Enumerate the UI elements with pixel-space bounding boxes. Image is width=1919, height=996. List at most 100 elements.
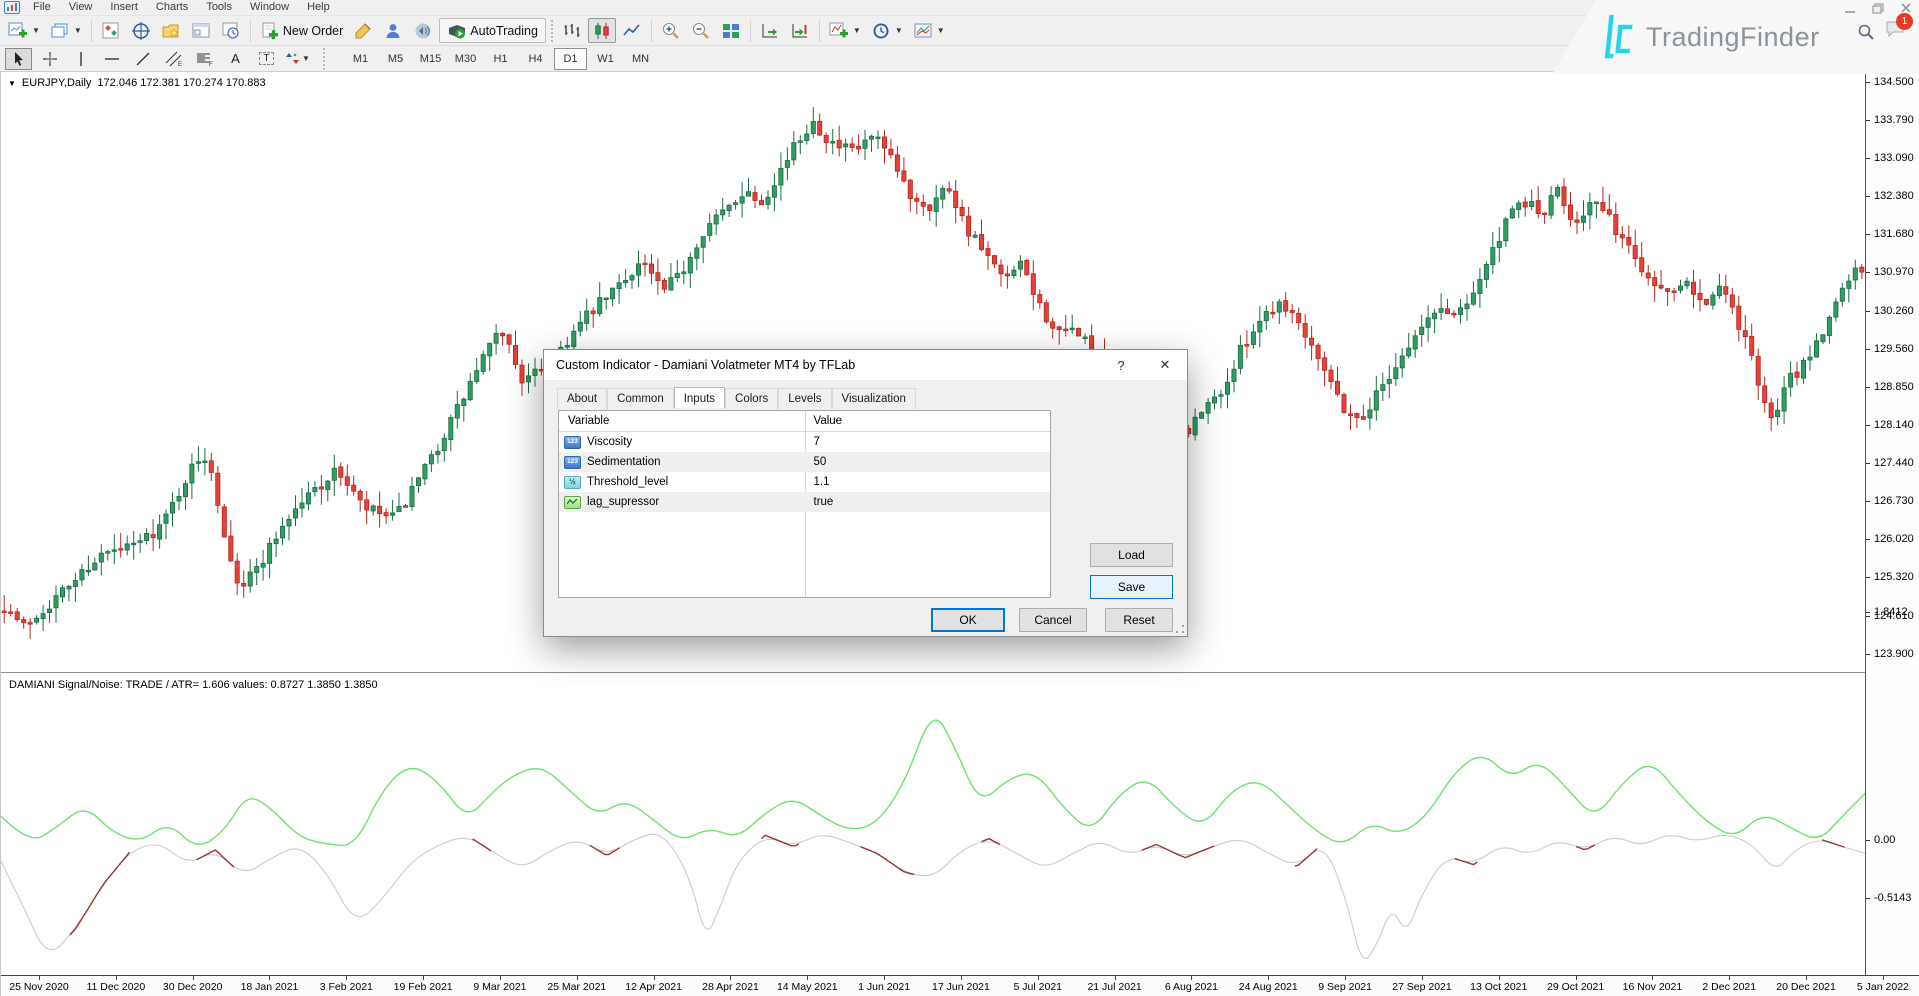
variable-value-cell[interactable]: true xyxy=(805,492,1051,512)
history-center-button[interactable] xyxy=(217,18,245,43)
strategy-tester-button[interactable] xyxy=(187,18,215,43)
timeframe-d1[interactable]: D1 xyxy=(554,48,587,70)
price-axis[interactable]: 134.500133.790133.090132.380131.680130.9… xyxy=(1865,72,1919,996)
cursor-tool[interactable] xyxy=(5,48,32,70)
new-order-button[interactable]: New Order xyxy=(256,18,347,43)
fibonacci-tool[interactable]: F xyxy=(191,48,218,70)
cancel-button[interactable]: Cancel xyxy=(1019,608,1087,632)
periods-button[interactable]: ▼ xyxy=(867,18,907,43)
templates-button[interactable]: ▼ xyxy=(909,18,949,43)
bar-chart-mode-button[interactable] xyxy=(558,18,586,43)
dialog-close-icon[interactable]: ✕ xyxy=(1143,350,1187,380)
vertical-line-tool[interactable] xyxy=(67,48,94,70)
timeframe-h1[interactable]: H1 xyxy=(484,48,517,70)
menu-item-file[interactable]: File xyxy=(24,0,60,15)
terminal-button[interactable] xyxy=(157,18,185,43)
date-tick-mark xyxy=(1806,976,1807,980)
price-tick-label: 123.900 xyxy=(1874,648,1914,660)
chart-shift-button[interactable] xyxy=(786,18,814,43)
line-chart-mode-button[interactable] xyxy=(618,18,646,43)
int-type-icon: 123 xyxy=(564,436,581,449)
market-watch-button[interactable] xyxy=(97,18,125,43)
navigator-button[interactable] xyxy=(127,18,155,43)
text-label-tool[interactable]: T xyxy=(253,48,280,70)
menu-item-view[interactable]: View xyxy=(60,0,102,15)
menu-item-help[interactable]: Help xyxy=(298,0,339,15)
chevron-down-icon: ▼ xyxy=(937,26,945,35)
menu-item-tools[interactable]: Tools xyxy=(197,0,241,15)
search-icon[interactable] xyxy=(1857,23,1875,41)
minimize-button[interactable] xyxy=(1843,1,1857,12)
tab-common[interactable]: Common xyxy=(607,388,674,409)
menu-item-insert[interactable]: Insert xyxy=(101,0,147,15)
resize-grip[interactable] xyxy=(1175,624,1185,634)
timeframe-group: M1M5M15M30H1H4D1W1MN xyxy=(343,48,658,70)
menu-item-charts[interactable]: Charts xyxy=(147,0,197,15)
date-axis[interactable]: 25 Nov 202011 Dec 202030 Dec 202018 Jan … xyxy=(1,975,1919,996)
trendline-tool[interactable] xyxy=(129,48,156,70)
timeframe-m1[interactable]: M1 xyxy=(344,48,377,70)
tab-levels[interactable]: Levels xyxy=(778,388,831,409)
collapse-arrow-icon[interactable]: ▼ xyxy=(8,79,16,88)
channel-e-glyph: E xyxy=(178,62,182,67)
dialog-help-button[interactable]: ? xyxy=(1099,350,1143,380)
news-button[interactable] xyxy=(409,18,437,43)
autotrading-button[interactable]: AutoTrading xyxy=(439,18,546,43)
notification-badge[interactable]: 1 xyxy=(1896,13,1913,30)
symbol-ohlc: 172.046 172.381 170.274 170.883 xyxy=(97,77,265,89)
date-tick-label: 21 Jul 2021 xyxy=(1087,981,1141,993)
pane-splitter[interactable] xyxy=(1,672,1865,673)
tab-visualization[interactable]: Visualization xyxy=(832,388,916,409)
date-tick-label: 25 Nov 2020 xyxy=(9,981,69,993)
date-tick-label: 29 Oct 2021 xyxy=(1547,981,1604,993)
timeframe-m5[interactable]: M5 xyxy=(379,48,412,70)
close-icon[interactable] xyxy=(1899,1,1913,12)
chat-icon[interactable]: 1 xyxy=(1885,20,1905,43)
ok-button[interactable]: OK xyxy=(931,608,1005,632)
tab-about[interactable]: About xyxy=(557,388,607,409)
crosshair-tool[interactable] xyxy=(36,48,63,70)
horizontal-line-tool[interactable] xyxy=(98,48,125,70)
autotrading-label: AutoTrading xyxy=(470,24,538,38)
window-controls xyxy=(1843,1,1913,12)
timeframe-w1[interactable]: W1 xyxy=(589,48,622,70)
indicator-info: DAMIANI Signal/Noise: TRADE / ATR= 1.606… xyxy=(7,678,380,692)
new-chart-button[interactable]: ▼ xyxy=(4,18,44,43)
profiles-button[interactable]: ▼ xyxy=(46,18,86,43)
variable-value-cell[interactable]: 7 xyxy=(805,432,1051,452)
table-row-sedimentation[interactable]: 123Sedimentation50 xyxy=(559,452,1050,472)
arrows-tool[interactable]: ▼ xyxy=(284,48,311,70)
bool-type-icon xyxy=(564,496,581,509)
date-tick-mark xyxy=(961,976,962,980)
date-tick-label: 14 May 2021 xyxy=(777,981,838,993)
table-row-viscosity[interactable]: 123Viscosity7 xyxy=(559,432,1050,452)
tab-inputs[interactable]: Inputs xyxy=(674,387,725,408)
reset-button[interactable]: Reset xyxy=(1105,608,1173,632)
variable-value-cell[interactable]: 50 xyxy=(805,452,1051,472)
metaeditor-button[interactable] xyxy=(349,18,377,43)
dialog-titlebar[interactable]: Custom Indicator - Damiani Volatmeter MT… xyxy=(544,350,1187,380)
indicator-tick-mark xyxy=(1866,898,1870,899)
save-button[interactable]: Save xyxy=(1090,575,1173,599)
zoom-in-button[interactable] xyxy=(657,18,685,43)
variable-value-cell[interactable]: 1.1 xyxy=(805,472,1051,492)
timeframe-m30[interactable]: M30 xyxy=(449,48,482,70)
zoom-out-button[interactable] xyxy=(687,18,715,43)
equidistant-channel-tool[interactable]: E xyxy=(160,48,187,70)
timeframe-mn[interactable]: MN xyxy=(624,48,657,70)
menu-item-window[interactable]: Window xyxy=(241,0,298,15)
indicators-button[interactable]: ▼ xyxy=(825,18,865,43)
text-tool[interactable]: A xyxy=(222,48,249,70)
restore-button[interactable] xyxy=(1871,1,1885,12)
table-row-lag_supressor[interactable]: lag_supressortrue xyxy=(559,492,1050,512)
auto-scroll-button[interactable] xyxy=(756,18,784,43)
toolbar-separator xyxy=(819,20,820,42)
timeframe-m15[interactable]: M15 xyxy=(414,48,447,70)
tile-windows-button[interactable] xyxy=(717,18,745,43)
timeframe-h4[interactable]: H4 xyxy=(519,48,552,70)
tab-colors[interactable]: Colors xyxy=(725,388,778,409)
community-button[interactable] xyxy=(379,18,407,43)
load-button[interactable]: Load xyxy=(1090,543,1173,567)
candlestick-mode-button[interactable] xyxy=(588,18,616,43)
table-row-threshold_level[interactable]: ½Threshold_level1.1 xyxy=(559,472,1050,492)
